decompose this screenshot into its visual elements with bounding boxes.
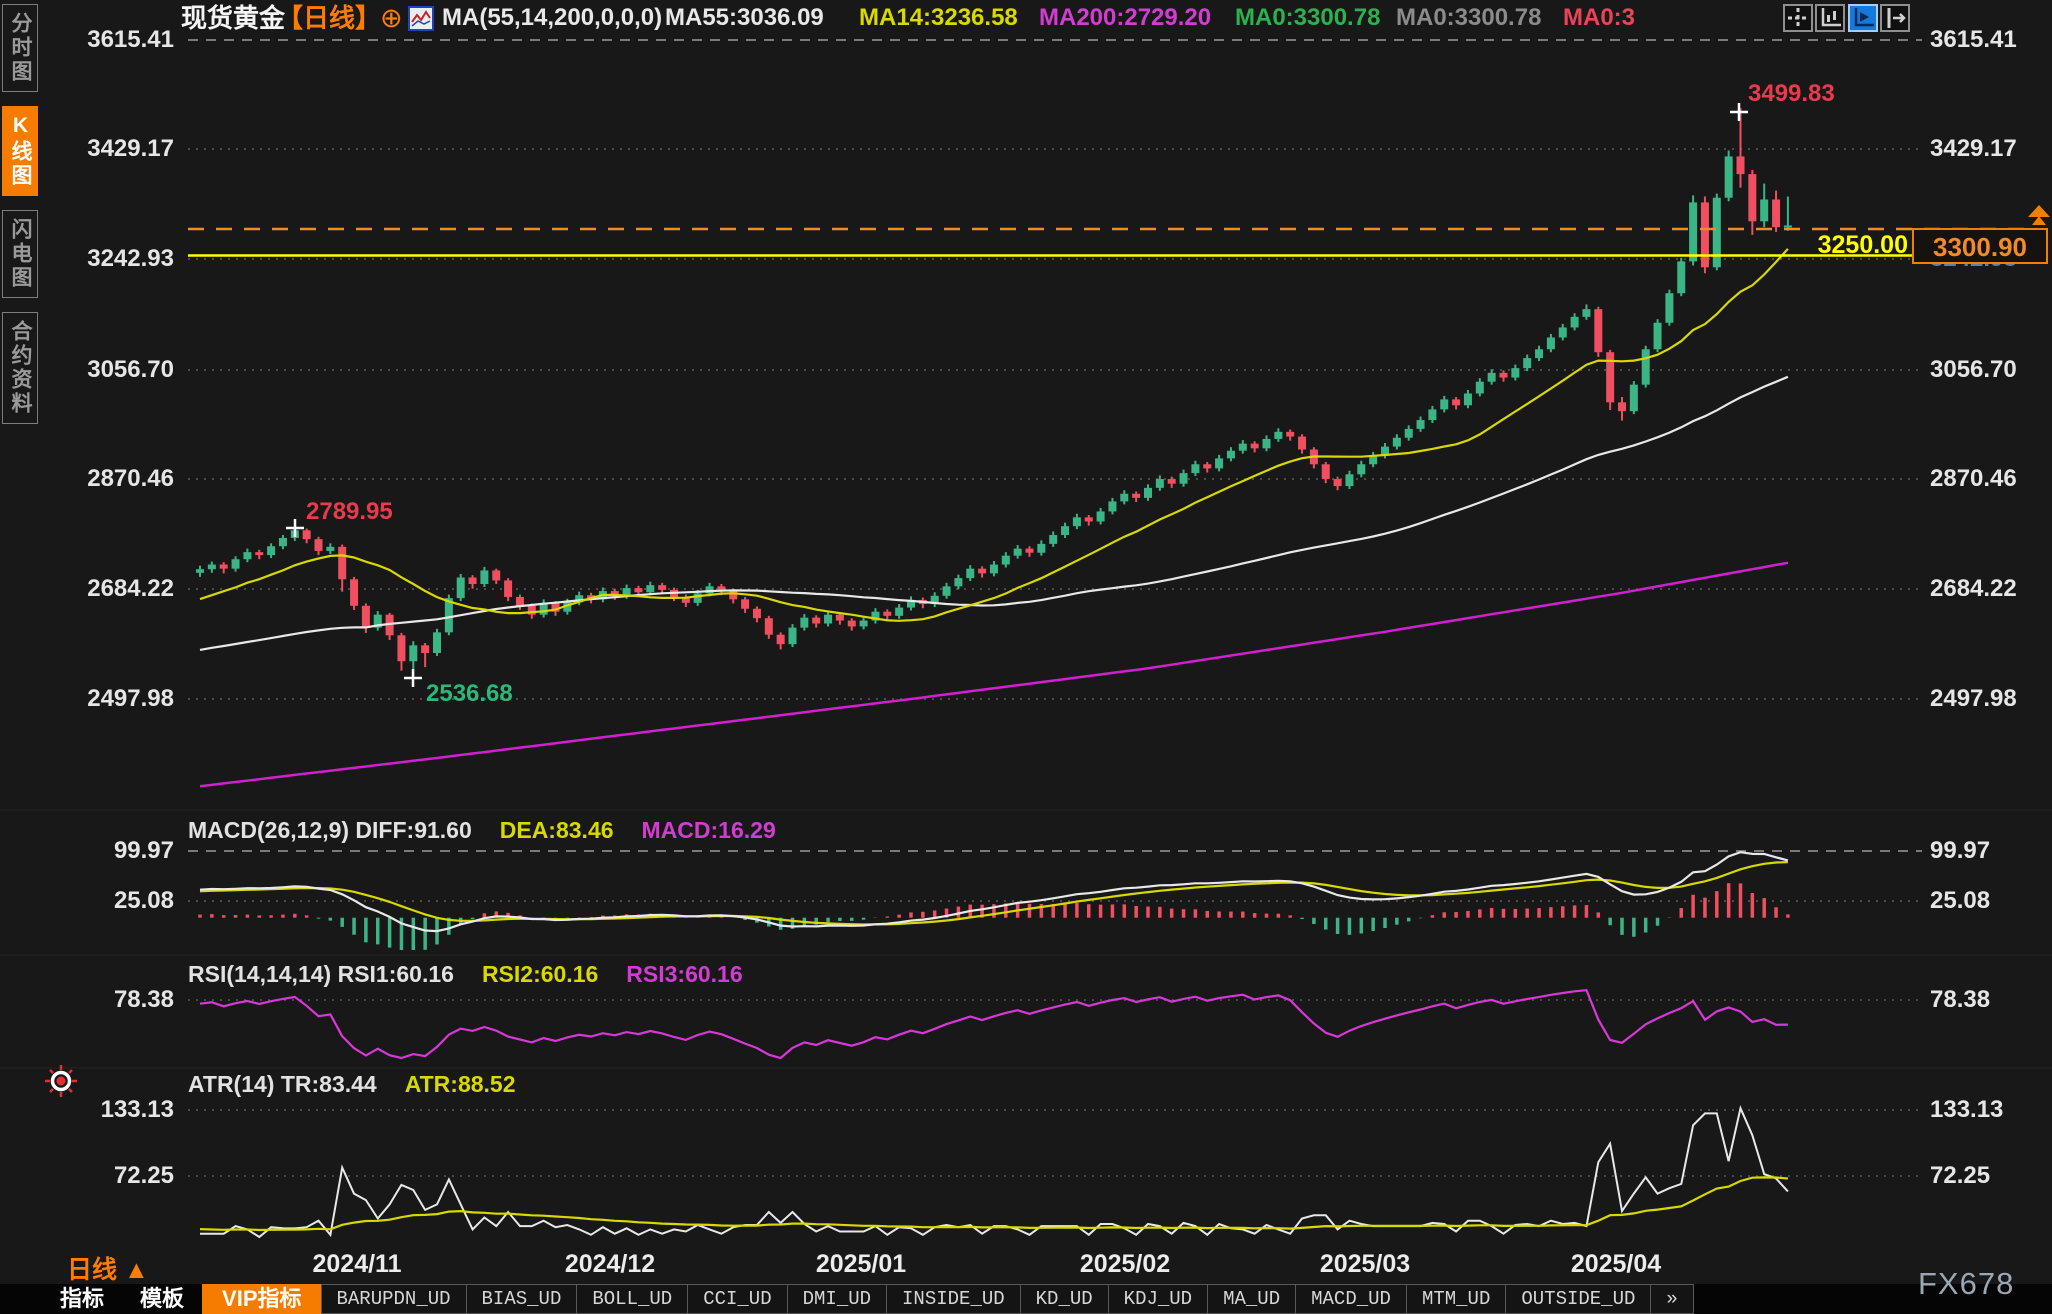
rsi-header: RSI(14,14,14) RSI1:60.16 RSI2:60.16 RSI3:6…: [188, 961, 771, 988]
y-axis-label-left: 3242.93: [58, 246, 174, 272]
toolbar-tab-kdj_ud[interactable]: KDJ_UD: [1108, 1284, 1208, 1314]
atr-hdr-part-1: ATR(14) TR:83.44: [188, 1071, 377, 1097]
y-axis-label-right: 2684.22: [1930, 576, 2017, 602]
ma-readout-5: MA0:3300.78: [1396, 3, 1541, 33]
mini-chart-icon[interactable]: [408, 6, 434, 36]
candlestick-chart-canvas[interactable]: [0, 0, 2052, 1314]
y-axis-label-right: 72.25: [1930, 1163, 1990, 1189]
y-axis-label-right: 78.38: [1930, 987, 1990, 1013]
price-annotation-1: 3499.83: [1748, 80, 1835, 108]
toolbar-tab-bias_ud[interactable]: BIAS_UD: [466, 1284, 578, 1314]
toolbar-tab-vip[interactable]: VIP指标: [202, 1284, 321, 1314]
ma-readout-6: MA0:3: [1563, 3, 1635, 33]
x-axis-month-label: 2025/01: [816, 1250, 906, 1279]
ma-readout-1: MA55:3036.09: [665, 3, 824, 33]
axis-auto-icon[interactable]: [1848, 4, 1878, 32]
x-axis-month-label: 2024/12: [565, 1250, 655, 1279]
sidebar-item-3[interactable]: 闪电图: [2, 210, 38, 298]
y-axis-label-right: 3615.41: [1930, 27, 2017, 53]
ma-readout-3: MA200:2729.20: [1039, 3, 1211, 33]
symbol-title: 现货黄金: [181, 3, 285, 33]
y-axis-label-right: 25.08: [1930, 888, 1990, 914]
rsi-hdr-part-1: RSI(14,14,14) RSI1:60.16: [188, 961, 454, 987]
axis-scale-icon[interactable]: [1815, 4, 1845, 32]
x-axis-month-label: 2025/02: [1080, 1250, 1170, 1279]
watermark-fx678: FX678: [1918, 1266, 2014, 1302]
pan-crosshair-icon[interactable]: [1783, 4, 1813, 32]
y-axis-label-left: 3056.70: [58, 357, 174, 383]
macd-hdr-part-1: MACD(26,12,9) DIFF:91.60: [188, 817, 472, 843]
macd-hdr-part-2: DEA:83.46: [500, 817, 614, 843]
rsi-hdr-part-3: RSI3:60.16: [626, 961, 742, 987]
toolbar-tab-macd_ud[interactable]: MACD_UD: [1295, 1284, 1407, 1314]
last-price-tag: 3300.90: [1912, 228, 2048, 264]
price-annotation-3: 2536.68: [426, 680, 513, 708]
y-axis-label-right: 3429.17: [1930, 136, 2017, 162]
y-axis-label-left: 2497.98: [58, 686, 174, 712]
chart-mode-sidebar: 分时图K线图闪电图合约资料: [0, 4, 34, 424]
y-axis-label-right: 2870.46: [1930, 466, 2017, 492]
ma-readout-2: MA14:3236.58: [859, 3, 1018, 33]
live-record-icon[interactable]: [44, 1064, 78, 1103]
y-axis-label-left: 78.38: [58, 987, 174, 1013]
x-axis-month-label: 2025/03: [1320, 1250, 1410, 1279]
trading-terminal: 分时图K线图闪电图合约资料 现货黄金 【日线】 ⊕ MA(55,14,200,0…: [0, 0, 2052, 1314]
y-axis-label-left: 3429.17: [58, 136, 174, 162]
timeframe-tag[interactable]: 【日线】: [277, 3, 381, 33]
x-axis-month-label: 2025/04: [1571, 1250, 1661, 1279]
atr-header: ATR(14) TR:83.44 ATR:88.52: [188, 1071, 544, 1098]
y-axis-label-right: 3056.70: [1930, 357, 2017, 383]
macd-header: MACD(26,12,9) DIFF:91.60 DEA:83.46 MACD:16…: [188, 817, 804, 844]
toolbar-tab-mtm_ud[interactable]: MTM_UD: [1406, 1284, 1506, 1314]
x-axis-month-label: 2024/11: [313, 1250, 402, 1279]
timeframe-selector[interactable]: 日线 ▲: [67, 1250, 149, 1286]
toolbar-tab-ma_ud[interactable]: MA_UD: [1207, 1284, 1296, 1314]
atr-hdr-part-2: ATR:88.52: [405, 1071, 516, 1097]
level-line-label: 3250.00: [1760, 231, 1908, 260]
ma-readout-4: MA0:3300.78: [1235, 3, 1380, 33]
toolbar-tab-dmi_ud[interactable]: DMI_UD: [787, 1284, 887, 1314]
toolbar-tab-[interactable]: »: [1650, 1284, 1693, 1314]
y-axis-label-left: 2684.22: [58, 576, 174, 602]
sidebar-item-4[interactable]: 合约资料: [2, 312, 38, 424]
macd-hdr-part-3: MACD:16.29: [642, 817, 776, 843]
indicator-toolbar: 指标模板VIP指标BARUPDN_UDBIAS_UDBOLL_UDCCI_UDD…: [0, 1284, 2052, 1314]
sidebar-item-1[interactable]: 分时图: [2, 4, 38, 92]
y-axis-label-left: 3615.41: [58, 27, 174, 53]
toolbar-tab-[interactable]: 模板: [122, 1284, 202, 1314]
toolbar-tab-kd_ud[interactable]: KD_UD: [1020, 1284, 1109, 1314]
y-axis-label-right: 2497.98: [1930, 686, 2017, 712]
toolbar-tab-[interactable]: 指标: [42, 1284, 122, 1314]
y-axis-label-right: 99.97: [1930, 838, 1990, 864]
y-axis-label-left: 2870.46: [58, 466, 174, 492]
toolbar-tab-boll_ud[interactable]: BOLL_UD: [576, 1284, 688, 1314]
ma-settings-label: MA(55,14,200,0,0,0): [442, 3, 662, 33]
y-axis-label-right: 133.13: [1930, 1097, 2003, 1123]
timeframe-arrow-icon: ▲: [124, 1256, 149, 1284]
price-up-arrow-inner-icon: [2032, 216, 2046, 225]
sidebar-item-2[interactable]: K线图: [2, 106, 38, 196]
toolbar-tab-inside_ud[interactable]: INSIDE_UD: [886, 1284, 1021, 1314]
y-axis-label-left: 72.25: [58, 1163, 174, 1189]
toolbar-tab-barupdn_ud[interactable]: BARUPDN_UD: [321, 1284, 467, 1314]
toolbar-tab-cci_ud[interactable]: CCI_UD: [687, 1284, 787, 1314]
exit-right-icon[interactable]: [1880, 4, 1910, 32]
price-annotation-2: 2789.95: [306, 498, 393, 526]
rsi-hdr-part-2: RSI2:60.16: [482, 961, 598, 987]
add-indicator-icon[interactable]: ⊕: [380, 3, 403, 33]
y-axis-label-left: 99.97: [58, 838, 174, 864]
y-axis-label-left: 25.08: [58, 888, 174, 914]
toolbar-tab-outside_ud[interactable]: OUTSIDE_UD: [1505, 1284, 1651, 1314]
